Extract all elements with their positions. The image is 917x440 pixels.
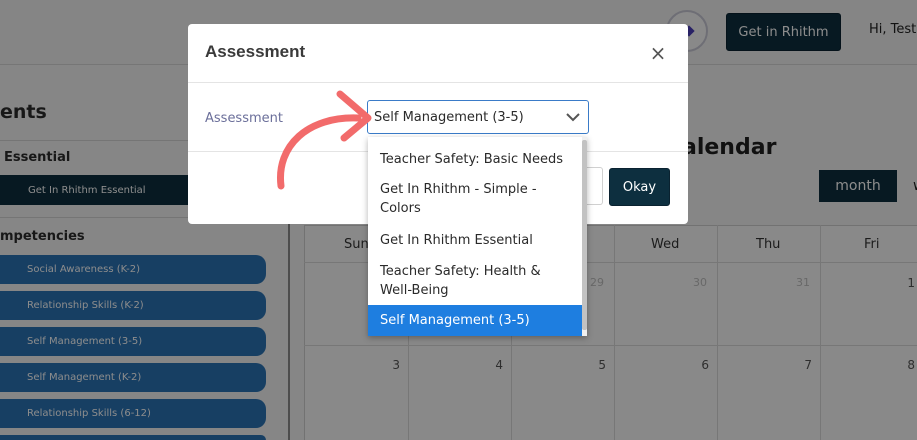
dropdown-option-selected[interactable]: Self Management (3-5) bbox=[368, 305, 582, 336]
chevron-down-icon bbox=[566, 113, 580, 122]
modal-divider bbox=[188, 82, 688, 83]
dropdown-option[interactable]: Get In Rhithm - Simple - Colors bbox=[368, 175, 582, 223]
close-icon[interactable]: × bbox=[648, 43, 668, 63]
okay-button[interactable]: Okay bbox=[609, 168, 670, 206]
modal-title: Assessment bbox=[205, 42, 306, 61]
dropdown-option[interactable]: Teacher Safety: Health & Well-Being bbox=[368, 257, 582, 305]
dropdown-option[interactable]: Teacher Safety: Basic Needs bbox=[368, 145, 582, 173]
assessment-dropdown-list: Teacher Safety: Basic Needs Get In Rhith… bbox=[368, 137, 587, 336]
dropdown-option[interactable]: Get In Rhithm Essential bbox=[368, 226, 582, 254]
annotation-arrow-icon bbox=[277, 90, 372, 190]
assessment-select-value: Self Management (3-5) bbox=[374, 109, 524, 125]
assessment-select[interactable]: Self Management (3-5) bbox=[367, 100, 589, 134]
dropdown-scrollbar-thumb[interactable] bbox=[582, 140, 587, 330]
